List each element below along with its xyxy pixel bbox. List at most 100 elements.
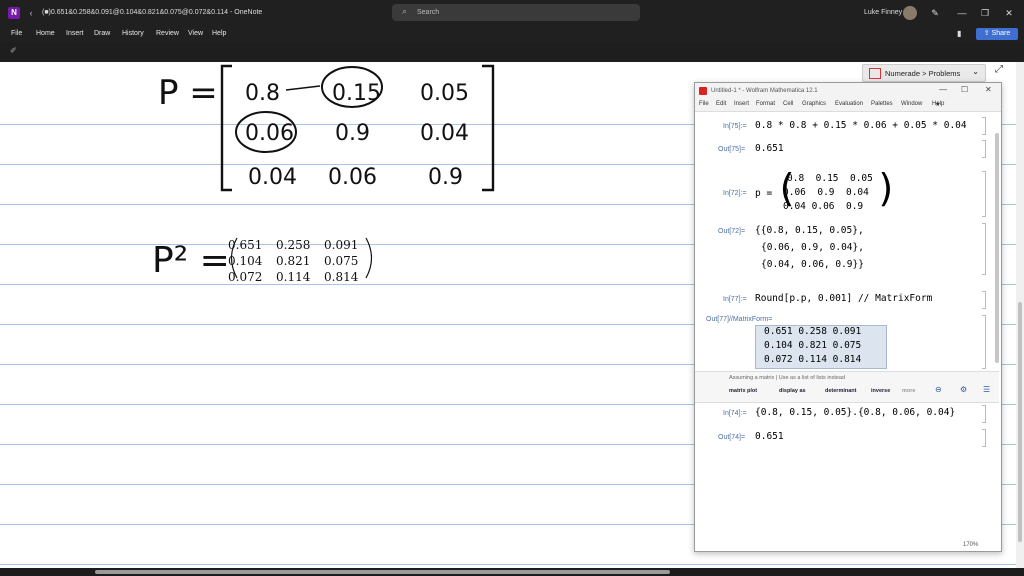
m-menu-palettes[interactable]: Palettes — [871, 101, 893, 107]
search-placeholder: Search — [417, 9, 440, 16]
pen-icon[interactable]: ✎ — [928, 6, 942, 20]
p2-23: 0.075 — [324, 254, 359, 268]
m-menu-format[interactable]: Format — [756, 101, 775, 107]
window-title: (■)0.651&0.258&0.091@0.104&0.821&0.075@0… — [42, 9, 263, 16]
p2-21: 0.104 — [228, 254, 263, 268]
ribbon-menu: File Home Insert Draw History Review Vie… — [0, 26, 1024, 42]
p-22: 0.9 — [335, 121, 370, 146]
mathematica-window[interactable]: Untitled-1 * - Wolfram Mathematica 12.1 … — [694, 82, 1002, 552]
m-menu-insert[interactable]: Insert — [734, 101, 749, 107]
menu-help[interactable]: Help — [212, 30, 226, 37]
mathematica-scrollbar[interactable] — [995, 133, 999, 363]
expand-icon[interactable]: ⤢ — [990, 64, 1008, 80]
out72-line2: {0.06, 0.9, 0.04}, — [761, 242, 864, 253]
cell-bracket[interactable] — [982, 315, 986, 369]
numerade-label: Numerade > Problems — [885, 69, 961, 78]
toolbar: ✐ — [0, 42, 1024, 62]
user-name[interactable]: Luke Finney — [864, 9, 902, 16]
drawing-pen-icon[interactable]: ✐ — [10, 46, 17, 55]
p-label: P = — [158, 73, 218, 113]
determinant-button[interactable]: determinant — [825, 388, 856, 394]
zoom-level[interactable]: 170% — [963, 542, 978, 548]
p-12: 0.15 — [332, 81, 381, 106]
m-menu-edit[interactable]: Edit — [716, 101, 726, 107]
scroll-thumb-h[interactable] — [95, 570, 670, 574]
p2-32: 0.114 — [276, 270, 311, 284]
more-button[interactable]: more — [902, 388, 915, 394]
in74-code[interactable]: {0.8, 0.15, 0.05}.{0.8, 0.06, 0.04} — [755, 407, 955, 418]
search-icon: ⌕ — [402, 6, 408, 16]
in77-code[interactable]: Round[p.p, 0.001] // MatrixForm — [755, 293, 932, 304]
numerade-button[interactable]: Numerade > Problems ⌄ — [862, 64, 986, 82]
share-button[interactable]: ⇪ Share — [976, 28, 1018, 40]
p-31: 0.04 — [248, 165, 297, 190]
inverse-button[interactable]: inverse — [871, 388, 890, 394]
share-label: Share — [991, 30, 1011, 37]
mathematica-title: Untitled-1 * - Wolfram Mathematica 12.1 — [711, 88, 818, 94]
settings-icon[interactable]: ⚙ — [960, 385, 967, 394]
display-as-button[interactable]: display as — [779, 388, 806, 394]
cell-bracket[interactable] — [982, 223, 986, 275]
p-33: 0.9 — [428, 165, 463, 190]
onenote-logo-icon: N — [8, 7, 20, 19]
p2-22: 0.821 — [276, 254, 311, 268]
p-13: 0.05 — [420, 81, 469, 106]
search-input[interactable]: ⌕ Search — [392, 4, 640, 21]
m-minimize-icon[interactable]: — — [939, 85, 947, 94]
assistant-icon[interactable]: ★ — [935, 101, 940, 108]
m-menu-file[interactable]: File — [699, 101, 709, 107]
mathematica-titlebar: Untitled-1 * - Wolfram Mathematica 12.1 … — [695, 83, 1001, 99]
m-menu-window[interactable]: Window — [901, 101, 922, 107]
vertical-scrollbar[interactable] — [1016, 62, 1024, 568]
comment-icon[interactable]: ☰ — [983, 385, 990, 394]
p2-31: 0.072 — [228, 270, 263, 284]
minimize-icon[interactable]: — — [955, 6, 969, 20]
cell-bracket[interactable] — [982, 405, 986, 423]
menu-draw[interactable]: Draw — [94, 30, 110, 37]
m-menu-cell[interactable]: Cell — [783, 101, 793, 107]
p-21: 0.06 — [245, 121, 294, 146]
horizontal-scrollbar[interactable] — [0, 568, 1024, 576]
menu-home[interactable]: Home — [36, 30, 55, 37]
menu-history[interactable]: History — [122, 30, 144, 37]
matrix-output[interactable]: 0.651 0.258 0.091 0.104 0.821 0.075 0.07… — [755, 325, 887, 369]
menu-file[interactable]: File — [11, 30, 22, 37]
p2-label: P² = — [152, 240, 230, 281]
scroll-thumb[interactable] — [1018, 302, 1022, 542]
close-icon[interactable]: ✕ — [1002, 6, 1016, 20]
cell-bracket[interactable] — [982, 140, 986, 158]
matrix-plot-button[interactable]: matrix plot — [729, 388, 757, 394]
in72-label: In[72]:= — [723, 190, 747, 197]
cell-bracket[interactable] — [982, 171, 986, 217]
menu-review[interactable]: Review — [156, 30, 179, 37]
m-close-icon[interactable]: ✕ — [985, 85, 992, 94]
in75-code[interactable]: 0.8 * 0.8 + 0.15 * 0.06 + 0.05 * 0.04 — [755, 120, 967, 131]
m-menu-graphics[interactable]: Graphics — [802, 101, 826, 107]
cell-bracket[interactable] — [982, 117, 986, 135]
refresh-icon[interactable]: ⊖ — [935, 385, 942, 394]
out75-value: 0.651 — [755, 143, 784, 154]
out77-row3: 0.072 0.114 0.814 — [764, 354, 862, 365]
in72-var[interactable]: p = — [755, 188, 772, 199]
p-11: 0.8 — [245, 81, 280, 106]
suggestions-bar: Assuming a matrix | Use as a list of lis… — [695, 371, 999, 403]
chevron-down-icon: ⌄ — [972, 67, 979, 76]
cell-bracket[interactable] — [982, 429, 986, 447]
suggest-hint[interactable]: Assuming a matrix | Use as a list of lis… — [729, 375, 845, 381]
in74-label: In[74]:= — [723, 410, 747, 417]
in75-label: In[75]:= — [723, 123, 747, 130]
right-paren: ) — [875, 166, 898, 210]
m-maximize-icon[interactable]: ☐ — [961, 85, 968, 94]
back-icon[interactable]: ‹ — [25, 7, 37, 19]
menu-view[interactable]: View — [188, 30, 203, 37]
avatar[interactable] — [903, 6, 917, 20]
mathematica-menu: File Edit Insert Format Cell Graphics Ev… — [695, 99, 1001, 112]
cell-bracket[interactable] — [982, 291, 986, 309]
in72-row2: 0.06 0.9 0.04 — [783, 187, 869, 198]
sticky-note-icon[interactable]: ▮ — [957, 29, 961, 38]
out74-label: Out[74]= — [718, 434, 746, 441]
maximize-icon[interactable]: ❐ — [978, 6, 992, 20]
m-menu-evaluation[interactable]: Evaluation — [835, 101, 863, 107]
menu-insert[interactable]: Insert — [66, 30, 84, 37]
p2-13: 0.091 — [324, 238, 359, 252]
